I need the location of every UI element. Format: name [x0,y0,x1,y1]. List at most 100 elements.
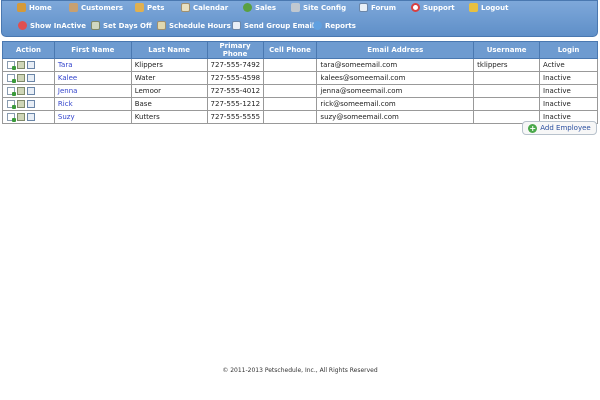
nav-forum[interactable]: Forum [359,3,396,12]
email-cell: tara@someemail.com [316,58,475,72]
support-icon [411,3,420,12]
reports-icon [313,21,322,30]
nav-schedule-hours[interactable]: Schedule Hours [157,21,231,30]
first-name-cell[interactable]: Suzy [53,110,132,124]
nav-set-days-off[interactable]: Set Days Off [91,21,152,30]
nav-home[interactable]: Home [17,3,52,12]
email-cell: suzy@someemail.com [316,110,475,124]
email-cell: kalees@someemail.com [316,71,475,85]
header-last-name[interactable]: Last Name [130,41,208,59]
email-icon[interactable] [27,113,35,121]
home-icon [17,3,26,12]
calendar-icon[interactable] [17,74,25,82]
employee-name-link[interactable]: Tara [58,61,73,69]
pets-icon [135,3,144,12]
header-first-name[interactable]: First Name [53,41,132,59]
table-row: Jenna Lemoor 727-555-4012 jenna@someemai… [2,84,598,98]
employee-name-link[interactable]: Jenna [58,87,78,95]
calendar-icon [181,3,190,12]
action-cell [2,58,55,72]
nav-send-group-email[interactable]: Send Group Email [232,21,314,30]
email-cell: rick@someemail.com [316,97,475,111]
nav-forum-label: Forum [371,3,397,12]
add-employee-button[interactable]: + Add Employee [522,121,597,135]
cell-phone-cell [262,97,318,111]
first-name-cell[interactable]: Jenna [53,84,132,98]
nav-set-days-off-label: Set Days Off [103,21,152,30]
email-icon[interactable] [27,61,35,69]
login-cell: Inactive [539,84,598,98]
employee-name-link[interactable]: Kalee [58,74,77,82]
table-row: Kalee Water 727-555-4598 kalees@someemai… [2,71,598,85]
action-cell [2,84,55,98]
header-email-address[interactable]: Email Address [316,41,475,59]
nav-customers[interactable]: Customers [69,3,123,12]
table-header-row: Action First Name Last Name Primary Phon… [2,41,598,59]
nav-customers-label: Customers [81,3,124,12]
first-name-cell[interactable]: Rick [53,97,132,111]
nav-show-inactive[interactable]: Show InActive [18,21,86,30]
primary-phone-cell: 727-555-4598 [206,71,264,85]
nav-schedule-hours-label: Schedule Hours [169,21,231,30]
nav-calendar-label: Calendar [193,3,229,12]
nav-logout[interactable]: Logout [469,3,508,12]
employee-name-link[interactable]: Rick [58,100,73,108]
header-cell-phone[interactable]: Cell Phone [262,41,318,59]
edit-icon[interactable] [7,87,16,96]
last-name-cell: Base [130,97,208,111]
edit-icon[interactable] [7,113,16,122]
last-name-cell: Kutters [130,110,208,124]
login-cell: Active [539,58,598,72]
nav-pets[interactable]: Pets [135,3,164,12]
primary-phone-cell: 727-555-7492 [206,58,264,72]
last-name-cell: Water [130,71,208,85]
email-icon[interactable] [27,74,35,82]
last-name-cell: Klippers [130,58,208,72]
first-name-cell[interactable]: Kalee [53,71,132,85]
login-cell: Inactive [539,71,598,85]
customers-icon [69,3,78,12]
footer-copyright: © 2011-2013 Petschedule, Inc., All Right… [222,367,378,374]
email-icon[interactable] [27,87,35,95]
nav-logout-label: Logout [481,3,509,12]
inactive-icon [18,21,27,30]
cell-phone-cell [262,110,318,124]
header-username[interactable]: Username [473,41,541,59]
cell-phone-cell [262,84,318,98]
nav-show-inactive-label: Show InActive [30,21,86,30]
nav-support[interactable]: Support [411,3,455,12]
header-login[interactable]: Login [539,41,598,59]
forum-icon [359,3,368,12]
calendar-icon[interactable] [17,113,25,121]
days-off-icon [91,21,100,30]
add-employee-label: Add Employee [540,124,591,132]
edit-icon[interactable] [7,74,16,83]
nav-support-label: Support [423,3,455,12]
calendar-icon[interactable] [17,100,25,108]
edit-icon[interactable] [7,61,16,70]
header-primary-phone[interactable]: Primary Phone [206,41,264,59]
cell-phone-cell [262,58,318,72]
email-icon[interactable] [27,100,35,108]
main-navbar: Home Customers Pets Calendar Sales Site … [1,0,598,37]
nav-sales-label: Sales [255,3,277,12]
action-cell [2,97,55,111]
wrench-icon [291,3,300,12]
cell-phone-cell [262,71,318,85]
username-cell [473,71,541,85]
first-name-cell[interactable]: Tara [53,58,132,72]
nav-reports[interactable]: Reports [313,21,356,30]
edit-icon[interactable] [7,100,16,109]
employee-name-link[interactable]: Suzy [58,113,75,121]
nav-calendar[interactable]: Calendar [181,3,228,12]
action-cell [2,110,55,124]
nav-site-config[interactable]: Site Config [291,3,346,12]
username-cell [473,84,541,98]
key-icon [469,3,478,12]
nav-reports-label: Reports [325,21,356,30]
nav-sales[interactable]: Sales [243,3,276,12]
sales-icon [243,3,252,12]
calendar-icon[interactable] [17,61,25,69]
calendar-icon[interactable] [17,87,25,95]
plus-icon: + [528,123,538,133]
